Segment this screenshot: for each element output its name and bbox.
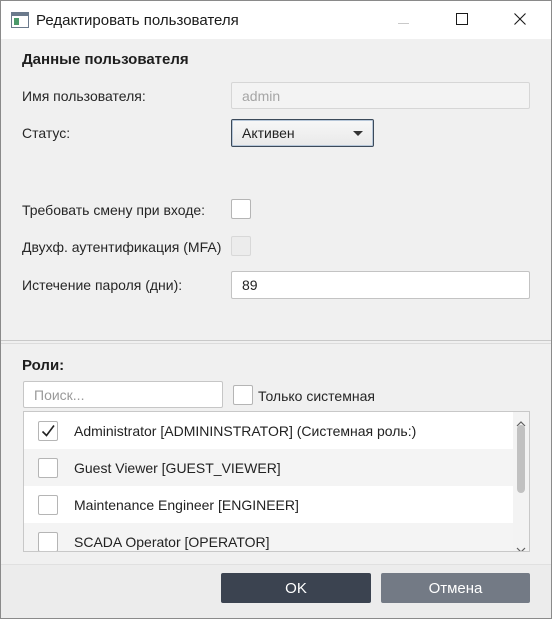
role-checkbox-administrator[interactable]: [38, 420, 58, 443]
role-row-guest-viewer[interactable]: Guest Viewer [GUEST_VIEWER]: [24, 449, 513, 486]
username-field: admin: [231, 82, 530, 109]
section-divider-secondary: [1, 343, 551, 344]
roles-scrollbar[interactable]: [513, 412, 529, 551]
minimize-button[interactable]: [375, 1, 433, 39]
role-checkbox-operator[interactable]: [38, 531, 58, 551]
status-label: Статус:: [22, 125, 71, 141]
role-label: SCADA Operator [OPERATOR]: [74, 533, 270, 550]
system-only-label: Только системная: [258, 388, 375, 404]
status-select[interactable]: Активен: [231, 119, 374, 147]
maximize-icon: [456, 12, 468, 28]
role-row-administrator[interactable]: Administrator [ADMININSTRATOR] (Системна…: [24, 412, 513, 449]
section-divider: [1, 340, 551, 341]
maximize-button[interactable]: [433, 1, 491, 39]
role-checkbox-guest-viewer[interactable]: [38, 457, 58, 478]
system-only-checkbox[interactable]: [233, 385, 253, 405]
roles-search-input[interactable]: Поиск...: [23, 381, 223, 408]
title-bar: Редактировать пользователя: [1, 1, 551, 39]
mfa-label: Двухф. аутентификация (MFA): [22, 239, 222, 255]
username-label: Имя пользователя:: [22, 88, 146, 104]
require-change-label: Требовать смену при входе:: [22, 202, 206, 218]
scroll-up-icon[interactable]: [516, 415, 526, 427]
scroll-thumb[interactable]: [517, 425, 525, 493]
username-value: admin: [242, 87, 281, 104]
close-icon: [514, 12, 526, 28]
expiry-value: 89: [242, 277, 258, 293]
expiry-label: Истечение пароля (дни):: [22, 277, 183, 293]
role-checkbox-engineer[interactable]: [38, 494, 58, 515]
app-window-icon: [11, 12, 29, 28]
scroll-down-icon[interactable]: [516, 541, 526, 551]
roles-list: Administrator [ADMININSTRATOR] (Системна…: [23, 411, 530, 552]
user-data-heading: Данные пользователя: [22, 51, 189, 68]
ok-button[interactable]: OK: [221, 573, 371, 603]
role-label: Guest Viewer [GUEST_VIEWER]: [74, 459, 281, 476]
window-title: Редактировать пользователя: [36, 12, 239, 29]
close-button[interactable]: [491, 1, 549, 39]
status-value: Активен: [242, 125, 295, 141]
minimize-icon: [398, 12, 410, 28]
roles-heading: Роли:: [22, 357, 65, 374]
require-change-checkbox[interactable]: [231, 199, 251, 219]
mfa-checkbox: [231, 236, 251, 256]
expiry-field[interactable]: 89: [231, 271, 530, 299]
search-placeholder: Поиск...: [34, 386, 85, 403]
check-icon: [39, 424, 57, 443]
role-row-engineer[interactable]: Maintenance Engineer [ENGINEER]: [24, 486, 513, 523]
role-label: Maintenance Engineer [ENGINEER]: [74, 496, 299, 513]
role-label: Administrator [ADMININSTRATOR] (Системна…: [74, 422, 417, 439]
edit-user-dialog: Редактировать пользователя Данные пользо…: [0, 0, 552, 619]
chevron-down-icon: [353, 131, 363, 136]
cancel-button[interactable]: Отмена: [381, 573, 530, 603]
role-row-operator[interactable]: SCADA Operator [OPERATOR]: [24, 523, 513, 551]
